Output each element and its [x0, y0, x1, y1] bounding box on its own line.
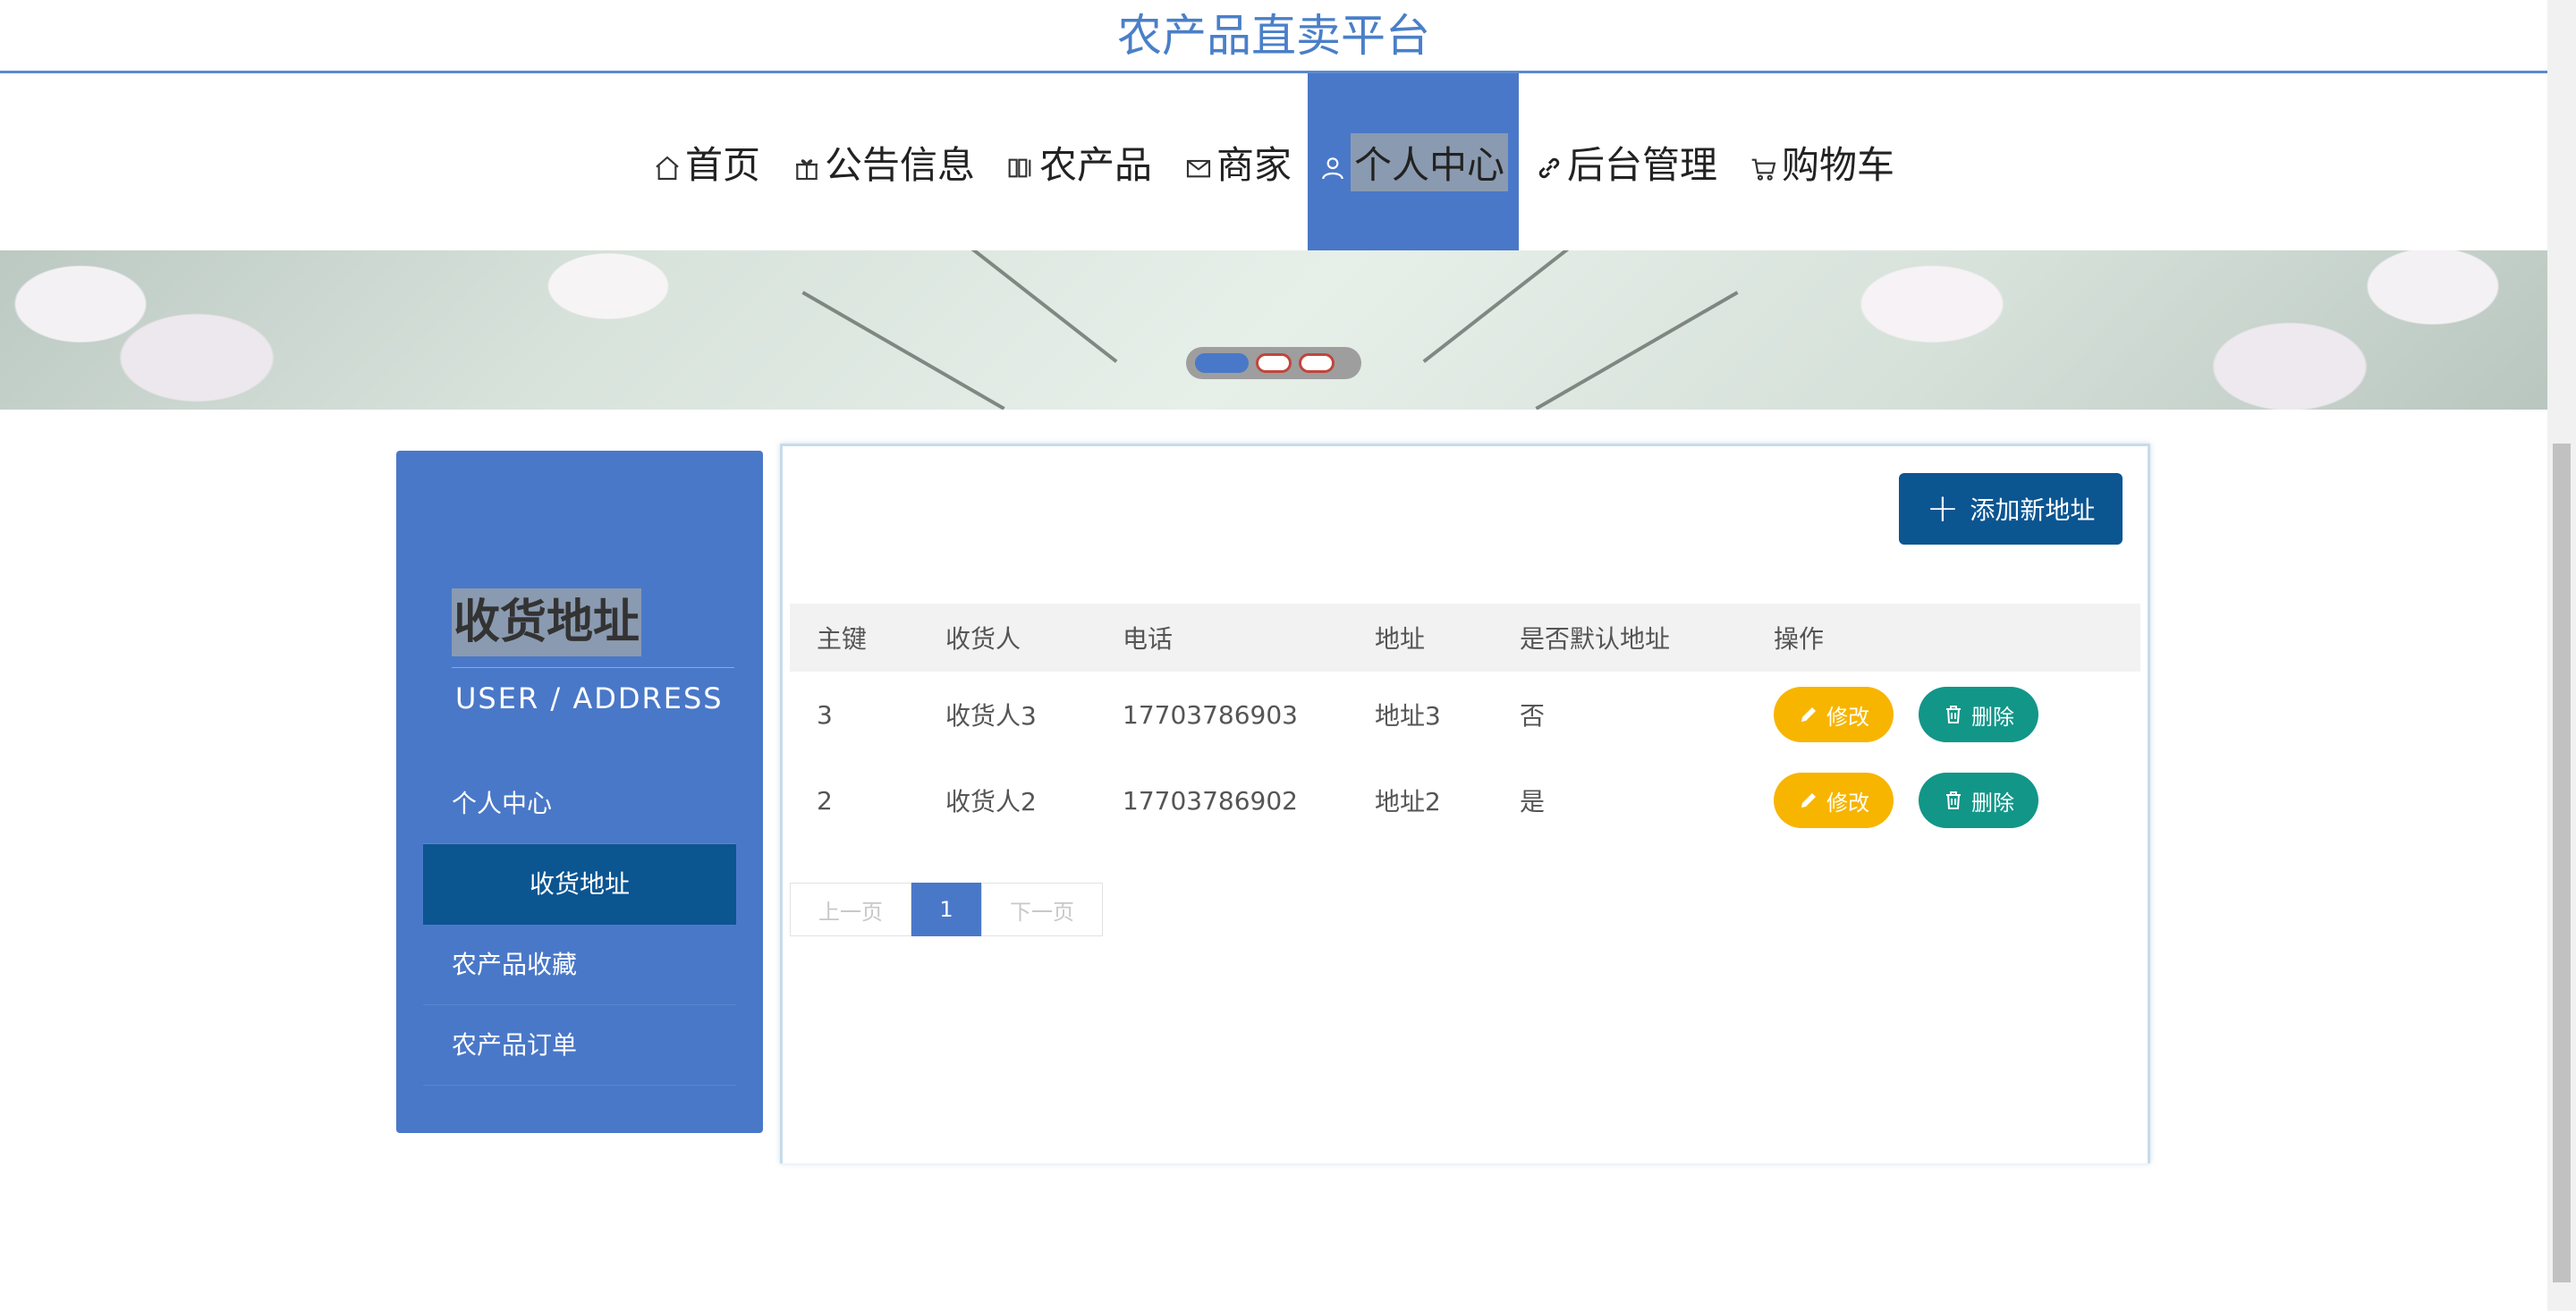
- delete-button[interactable]: 删除: [1919, 773, 2038, 828]
- pagination: 上一页 1 下一页: [790, 883, 1103, 936]
- nav-item-personal-center[interactable]: 个人中心: [1308, 73, 1520, 250]
- nav-label: 商家: [1216, 142, 1292, 187]
- table-row: 2 收货人2 17703786902 地址2 是 修改 删除: [790, 757, 2140, 843]
- site-title: 农产品直卖平台: [0, 0, 2547, 73]
- nav-label: 农产品: [1038, 142, 1152, 187]
- plus-icon: +: [1926, 486, 1960, 531]
- trash-icon: [1943, 790, 1964, 811]
- nav-label: 个人中心: [1351, 132, 1509, 191]
- edit-label: 修改: [1826, 704, 1869, 730]
- cell-id: 2: [817, 785, 833, 816]
- nav-item-notices[interactable]: 公告信息: [776, 73, 991, 250]
- cell-name: 收货人2: [945, 787, 1037, 816]
- sidebar-title: 收货地址: [452, 588, 642, 656]
- sidebar: 收货地址 USER / ADDRESS 个人中心 收货地址 农产品收藏 农产品订…: [396, 451, 763, 1133]
- edit-button[interactable]: 修改: [1774, 687, 1894, 742]
- sidebar-subtitle: USER / ADDRESS: [455, 681, 724, 715]
- gift-icon: [792, 148, 821, 181]
- column-header: 收货人: [945, 624, 1021, 654]
- column-header: 主键: [817, 624, 868, 654]
- trash-icon: [1943, 704, 1964, 725]
- sidebar-menu: 个人中心 收货地址 农产品收藏 农产品订单: [423, 764, 736, 1086]
- banner-decoration: [801, 291, 1005, 410]
- banner-carousel: [0, 250, 2547, 410]
- cell-address: 地址3: [1375, 701, 1441, 731]
- home-icon: [653, 148, 682, 181]
- nav-label: 公告信息: [824, 142, 975, 187]
- delete-label: 删除: [1971, 790, 2014, 816]
- nav-item-admin[interactable]: 后台管理: [1519, 73, 1733, 250]
- cell-default: 是: [1520, 787, 1546, 816]
- sidebar-item-address[interactable]: 收货地址: [423, 844, 736, 925]
- cell-default: 否: [1520, 701, 1546, 731]
- nav-label: 后台管理: [1567, 142, 1718, 187]
- table-header-row: 主键 收货人 电话 地址 是否默认地址 操作: [790, 604, 2140, 672]
- main-nav: 首页 公告信息 农产品 商家 个人中心 后台管理 购物车: [0, 73, 2547, 250]
- edit-label: 修改: [1826, 790, 1869, 816]
- add-address-button[interactable]: + 添加新地址: [1899, 473, 2123, 545]
- link-icon: [1535, 148, 1563, 179]
- pencil-icon: [1798, 704, 1819, 725]
- columns-icon: [1007, 148, 1036, 178]
- sidebar-divider: [452, 667, 734, 668]
- cell-id: 3: [817, 699, 833, 730]
- nav-label: 首页: [684, 142, 760, 187]
- cell-actions: 修改 删除: [1747, 757, 2140, 843]
- banner-decoration: [1422, 250, 1637, 363]
- next-page-button[interactable]: 下一页: [981, 883, 1103, 936]
- cell-address: 地址2: [1375, 787, 1441, 816]
- sidebar-item-personal-center[interactable]: 个人中心: [423, 764, 736, 844]
- cell-phone: 17703786902: [1123, 785, 1298, 816]
- nav-item-cart[interactable]: 购物车: [1733, 73, 1911, 250]
- mail-icon: [1184, 148, 1213, 178]
- cell-phone: 17703786903: [1123, 699, 1298, 730]
- edit-button[interactable]: 修改: [1774, 773, 1894, 828]
- column-header: 地址: [1375, 624, 1426, 654]
- scrollbar-thumb[interactable]: [2553, 444, 2571, 1282]
- pencil-icon: [1798, 790, 1819, 811]
- user-icon: [1318, 148, 1347, 180]
- cell-name: 收货人3: [945, 701, 1037, 731]
- nav-item-merchants[interactable]: 商家: [1168, 73, 1308, 250]
- banner-decoration: [903, 250, 1118, 363]
- sidebar-item-favorites[interactable]: 农产品收藏: [423, 925, 736, 1005]
- delete-button[interactable]: 删除: [1919, 687, 2038, 742]
- prev-page-button[interactable]: 上一页: [790, 883, 911, 936]
- sidebar-item-orders[interactable]: 农产品订单: [423, 1005, 736, 1086]
- carousel-indicator: [1186, 347, 1361, 379]
- nav-item-home[interactable]: 首页: [637, 73, 776, 250]
- carousel-dot[interactable]: [1195, 353, 1249, 373]
- table-row: 3 收货人3 17703786903 地址3 否 修改 删除: [790, 672, 2140, 757]
- column-header: 是否默认地址: [1520, 624, 1671, 654]
- current-page[interactable]: 1: [911, 883, 981, 936]
- column-header: 电话: [1123, 624, 1174, 654]
- address-panel: + 添加新地址 主键 收货人 电话 地址 是否默认地址 操作 3 收货人3 17…: [780, 444, 2150, 1163]
- carousel-dot[interactable]: [1256, 353, 1292, 373]
- cart-icon: [1750, 148, 1778, 181]
- carousel-dot[interactable]: [1299, 353, 1335, 373]
- delete-label: 删除: [1971, 704, 2014, 730]
- address-table: 主键 收货人 电话 地址 是否默认地址 操作 3 收货人3 1770378690…: [790, 604, 2140, 843]
- add-address-label: 添加新地址: [1970, 495, 2096, 525]
- nav-label: 购物车: [1782, 142, 1895, 187]
- column-header: 操作: [1774, 624, 1825, 654]
- vertical-scrollbar[interactable]: [2547, 0, 2576, 1311]
- nav-item-products[interactable]: 农产品: [991, 73, 1168, 250]
- banner-decoration: [1535, 291, 1739, 410]
- cell-actions: 修改 删除: [1747, 672, 2140, 757]
